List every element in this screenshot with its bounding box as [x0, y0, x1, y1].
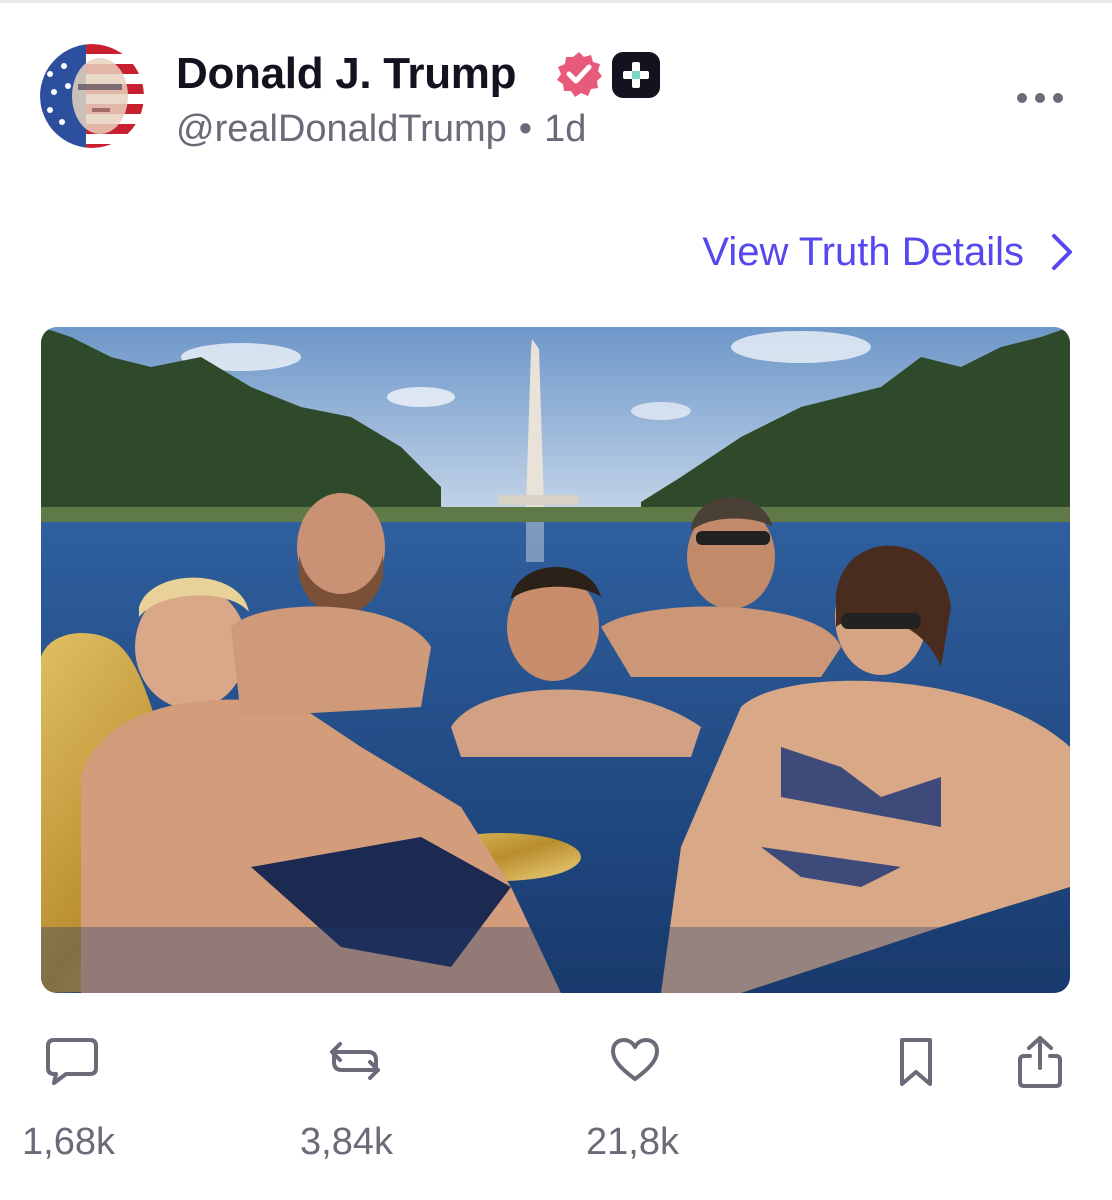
reply-bubble-icon — [46, 1038, 98, 1085]
share-button[interactable] — [1016, 1034, 1064, 1090]
post-age: 1d — [544, 108, 587, 150]
more-dots-icon[interactable] — [1014, 84, 1066, 112]
like-button[interactable] — [610, 1036, 660, 1084]
top-divider — [0, 0, 1112, 3]
display-name[interactable]: Donald J. Trump — [176, 46, 517, 102]
bookmark-button[interactable] — [898, 1036, 934, 1090]
view-truth-details-link[interactable]: View Truth Details — [702, 226, 1074, 278]
retruth-button[interactable] — [326, 1036, 384, 1086]
heart-icon — [611, 1038, 659, 1081]
reply-count: 1,68k — [22, 1121, 115, 1163]
retruth-count: 3,84k — [300, 1121, 393, 1163]
view-truth-details-label: View Truth Details — [702, 230, 1024, 274]
handle-row: @realDonaldTrump • 1d — [176, 104, 586, 154]
separator-dot: • — [518, 108, 533, 150]
reply-button[interactable] — [44, 1036, 100, 1086]
avatar[interactable] — [40, 44, 144, 148]
bookmark-icon — [900, 1038, 932, 1086]
retruth-icon — [330, 1042, 380, 1080]
verified-badge-icon — [557, 52, 602, 97]
chevron-right-icon — [1052, 234, 1072, 270]
plus-badge-icon — [612, 52, 660, 98]
post-image[interactable] — [41, 327, 1070, 993]
handle[interactable]: @realDonaldTrump — [176, 108, 507, 150]
like-count: 21,8k — [586, 1121, 679, 1163]
share-icon — [1018, 1036, 1062, 1088]
